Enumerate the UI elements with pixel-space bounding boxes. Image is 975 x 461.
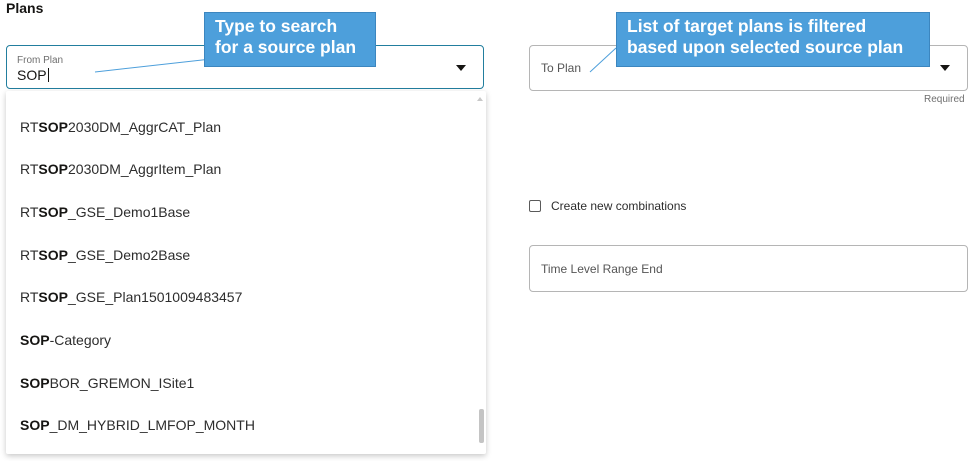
option-item[interactable]: SOP-Category	[20, 332, 111, 348]
option-item[interactable]: RTSOP_GSE_Demo2Base	[20, 247, 190, 263]
target-callout: List of target plans is filtered based u…	[616, 12, 930, 67]
to-plan-required-hint: Required	[924, 94, 965, 105]
target-callout-line-1: List of target plans is filtered	[627, 16, 867, 36]
create-combinations-label[interactable]: Create new combinations	[551, 199, 686, 213]
time-level-range-end-placeholder: Time Level Range End	[541, 262, 663, 276]
options-scrollbar[interactable]	[476, 91, 484, 454]
scroll-thumb[interactable]	[479, 409, 484, 443]
from-plan-dropdown-arrow-icon[interactable]	[456, 65, 466, 71]
option-item[interactable]: RTSOP2030DM_AggrItem_Plan	[20, 161, 221, 177]
section-title-plans: Plans	[6, 0, 44, 16]
target-callout-line-2: based upon selected source plan	[627, 37, 904, 57]
search-callout: Type to search for a source plan	[204, 12, 376, 67]
search-callout-line-2: for a source plan	[215, 37, 357, 57]
option-item[interactable]: RTSOP_GSE_Demo1Base	[20, 204, 190, 220]
scroll-up-arrow-icon[interactable]	[477, 97, 483, 101]
from-plan-options-list: RTSOP2030DM_AggrCAT_Plan RTSOP2030DM_Agg…	[6, 91, 486, 454]
time-level-range-end-field[interactable]: Time Level Range End	[529, 245, 968, 292]
create-combinations-checkbox[interactable]	[529, 200, 541, 212]
from-plan-input[interactable]: SOP	[17, 67, 49, 83]
option-item[interactable]: RTSOP_GSE_Plan1501009483457	[20, 289, 242, 305]
to-plan-placeholder: To Plan	[541, 61, 582, 75]
option-item[interactable]: SOP_DM_HYBRID_LMFOP_MONTH	[20, 417, 255, 433]
from-plan-label: From Plan	[17, 55, 64, 66]
search-callout-line-1: Type to search	[215, 16, 338, 36]
option-item[interactable]: SOPBOR_GREMON_ISite1	[20, 375, 194, 391]
option-item[interactable]: RTSOP2030DM_AggrCAT_Plan	[20, 119, 221, 135]
to-plan-dropdown-arrow-icon[interactable]	[940, 65, 950, 71]
